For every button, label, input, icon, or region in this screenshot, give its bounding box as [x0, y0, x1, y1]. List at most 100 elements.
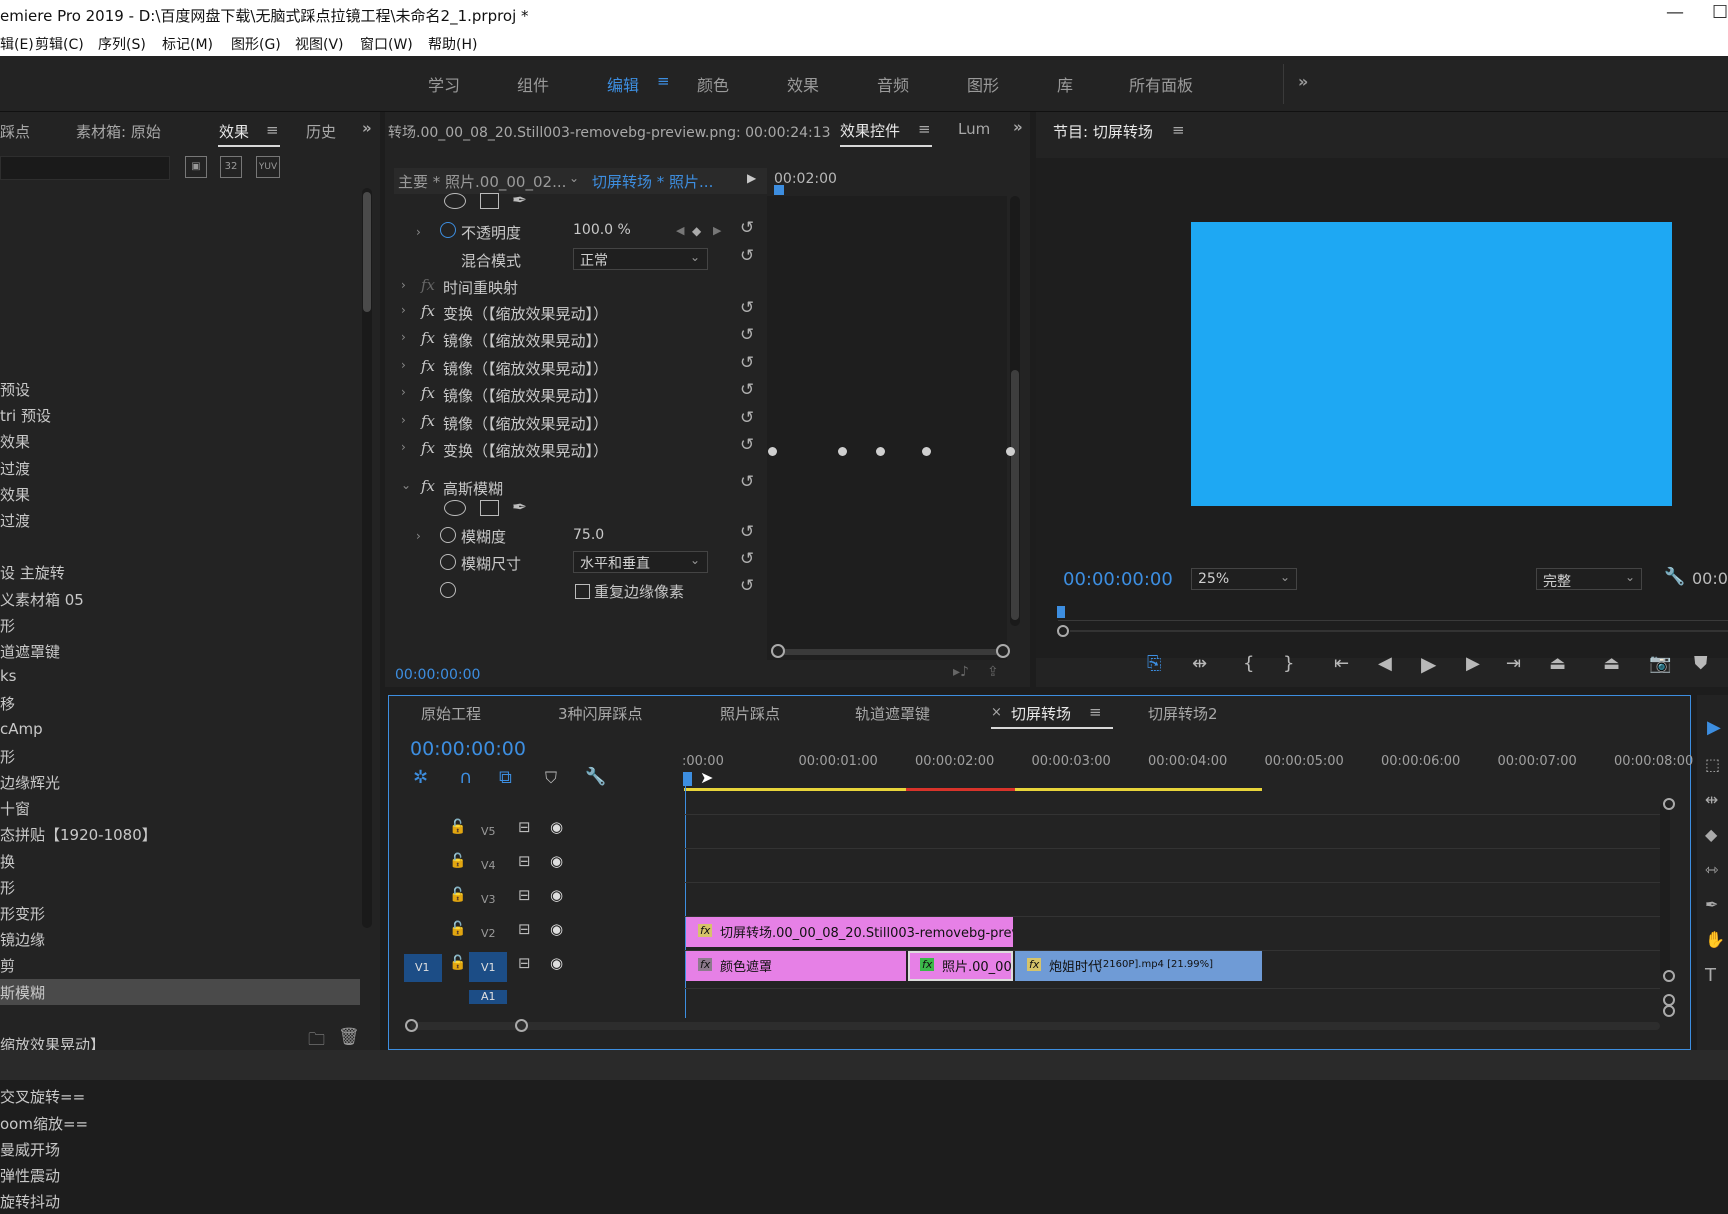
blend-mode-dropdown[interactable]: 正常 ⌄: [573, 248, 708, 270]
tab-bin[interactable]: 素材箱: 原始: [76, 121, 161, 142]
ec-zoom-handle-left[interactable]: [771, 644, 785, 658]
blur-dimensions-dropdown[interactable]: 水平和垂直 ⌄: [573, 551, 708, 573]
hand-tool-icon[interactable]: ✋: [1705, 930, 1725, 949]
menu-markers[interactable]: 标记(M): [162, 34, 213, 54]
delete-icon[interactable]: 🗑: [338, 1027, 360, 1047]
reset-icon[interactable]: ↺: [740, 408, 754, 428]
pen-tool-icon[interactable]: ✒: [1705, 895, 1718, 914]
v-scroll-handle[interactable]: [1663, 798, 1675, 810]
program-zoom-bar[interactable]: [1070, 630, 1728, 632]
playback-resolution-dropdown[interactable]: 完整 ⌄: [1536, 568, 1642, 590]
insert-icon[interactable]: ⎘: [1147, 653, 1161, 674]
snap-icon[interactable]: ∩: [459, 767, 472, 788]
timeline-timecode[interactable]: 00:00:00:00: [410, 738, 526, 760]
fx-disabled-icon[interactable]: fx: [421, 276, 435, 294]
ec-zoom-bar[interactable]: [776, 649, 1004, 655]
lock-icon[interactable]: 🔓: [449, 853, 466, 869]
play-only-audio-icon[interactable]: ▶: [747, 171, 756, 185]
tab-effects-menu-icon[interactable]: ≡: [266, 121, 279, 139]
program-time-ruler[interactable]: [1058, 607, 1728, 621]
menu-window[interactable]: 窗口(W): [360, 34, 413, 54]
collapse-chevron-icon[interactable]: ⌄: [401, 478, 411, 492]
effects-list-item[interactable]: 旋转抖动: [0, 1188, 360, 1214]
add-keyframe-icon[interactable]: ◆: [692, 224, 701, 238]
expand-chevron-icon[interactable]: ›: [416, 529, 421, 543]
program-zoom-handle[interactable]: [1057, 625, 1069, 637]
workspace-audio[interactable]: 音频: [877, 72, 909, 96]
reset-icon[interactable]: ↺: [740, 472, 754, 492]
eye-icon[interactable]: ◉: [550, 954, 563, 972]
effects-list-item[interactable]: 过渡: [0, 455, 360, 481]
effects-list-item[interactable]: 换: [0, 848, 360, 874]
reset-icon[interactable]: ↺: [740, 218, 754, 238]
effects-list-item[interactable]: 斯模糊: [0, 978, 360, 1005]
close-tab-icon[interactable]: ×: [991, 705, 1002, 720]
effects-list-item[interactable]: 过渡: [0, 507, 360, 533]
effects-list-item[interactable]: 形: [0, 874, 360, 900]
effects-list-item[interactable]: [0, 533, 360, 559]
timeline-h-scrollbar[interactable]: [410, 1022, 1660, 1030]
effects-list-item[interactable]: 义素材箱 05: [0, 586, 360, 612]
sync-lock-icon[interactable]: ⊟: [518, 818, 531, 836]
eye-icon[interactable]: ◉: [550, 920, 563, 938]
chevron-down-icon[interactable]: ⌄: [569, 171, 579, 185]
fx-toggle-icon[interactable]: fx: [421, 477, 435, 495]
workspace-overflow-icon[interactable]: »: [1298, 72, 1308, 91]
stopwatch-icon[interactable]: [440, 554, 456, 570]
v-scroll-handle[interactable]: [1663, 970, 1675, 982]
menu-view[interactable]: 视图(V): [295, 34, 344, 54]
effects-list-item[interactable]: 移: [0, 690, 360, 716]
workspace-color[interactable]: 颜色: [697, 72, 729, 96]
tab-history[interactable]: 历史: [306, 121, 336, 142]
effects-list-item[interactable]: 剪: [0, 952, 360, 978]
timeline-v-scrollbar[interactable]: [1660, 803, 1670, 975]
menu-help[interactable]: 帮助(H): [428, 34, 477, 54]
stopwatch-icon[interactable]: [440, 527, 456, 543]
reset-icon[interactable]: ↺: [740, 353, 754, 373]
timeline-tab[interactable]: 轨道遮罩键: [855, 703, 930, 724]
clip-photo[interactable]: fx 照片.00_00: [908, 951, 1013, 981]
sequence-clip-label[interactable]: 切屏转场 * 照片...: [592, 171, 713, 192]
play-icon[interactable]: ▶: [1421, 652, 1436, 676]
effects-list-item[interactable]: 设 主旋转: [0, 559, 360, 585]
fx-toggle-icon[interactable]: fx: [421, 357, 435, 375]
effects-list-item[interactable]: 形: [0, 612, 360, 638]
nest-sequence-icon[interactable]: ✲: [413, 767, 428, 788]
yuv-effects-filter-icon[interactable]: YUV: [256, 156, 280, 178]
reset-icon[interactable]: ↺: [740, 298, 754, 318]
program-menu-icon[interactable]: ≡: [1172, 121, 1185, 139]
tab-effect-controls[interactable]: 效果控件: [840, 120, 900, 141]
ec-playhead[interactable]: [774, 185, 784, 195]
workspace-graphics[interactable]: 图形: [967, 72, 999, 96]
lock-icon[interactable]: 🔓: [449, 887, 466, 903]
slip-tool-icon[interactable]: ⇿: [1705, 860, 1718, 879]
keyframe-marker[interactable]: [1006, 447, 1015, 456]
h-scroll-handle[interactable]: [405, 1019, 418, 1032]
button-editor-icon[interactable]: ⛊: [1694, 653, 1708, 674]
step-back-icon[interactable]: ◀: [1378, 653, 1392, 674]
effects-list-item[interactable]: 态拼贴【1920-1080】: [0, 821, 360, 847]
effects-list-item[interactable]: 道遮罩键: [0, 638, 360, 664]
h-scroll-handle[interactable]: [515, 1019, 528, 1032]
panel-overflow-icon[interactable]: »: [362, 119, 372, 137]
effects-list-item[interactable]: ks: [0, 664, 360, 690]
lock-icon[interactable]: 🔓: [449, 921, 466, 937]
expand-chevron-icon[interactable]: ›: [401, 278, 406, 292]
effects-list-item[interactable]: 形变形: [0, 900, 360, 926]
ec-zoom-handle-right[interactable]: [996, 644, 1010, 658]
timeline-menu-icon[interactable]: ≡: [1089, 703, 1102, 721]
program-monitor-title[interactable]: 节目: 切屏转场: [1053, 121, 1153, 142]
timeline-tab[interactable]: 切屏转场: [1011, 703, 1071, 724]
keyframe-marker[interactable]: [876, 447, 885, 456]
timeline-tab[interactable]: 3种闪屏踩点: [558, 703, 643, 724]
ellipse-mask-icon[interactable]: [444, 193, 466, 209]
clip-video[interactable]: fx 炮姐时代 [2160P].mp4 [21.99%]: [1015, 951, 1262, 981]
lift-icon[interactable]: ⏏: [1549, 653, 1566, 674]
razor-tool-icon[interactable]: ◆: [1705, 825, 1717, 844]
reset-icon[interactable]: ↺: [740, 522, 754, 542]
expand-chevron-icon[interactable]: ›: [401, 385, 406, 399]
track-target[interactable]: V2: [469, 918, 507, 948]
fx-toggle-icon[interactable]: fx: [421, 439, 435, 457]
workspace-libraries[interactable]: 库: [1057, 72, 1073, 96]
timeline-tab[interactable]: 原始工程: [421, 703, 481, 724]
